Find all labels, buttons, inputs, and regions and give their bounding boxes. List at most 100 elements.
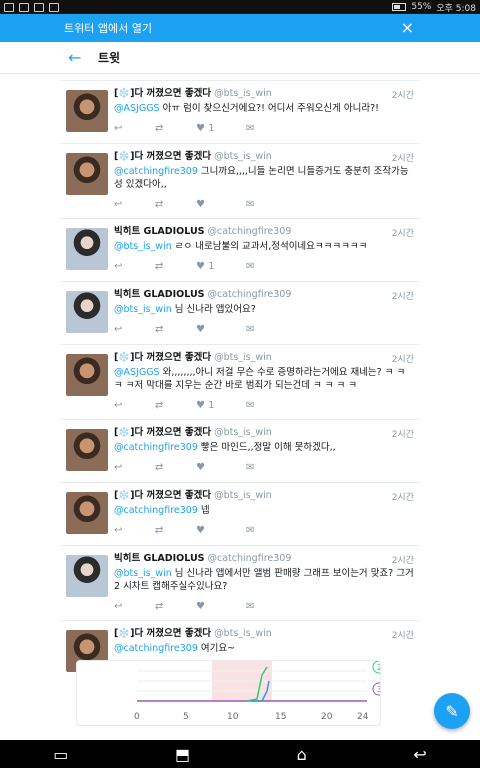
- reply-icon[interactable]: ↩: [114, 198, 155, 211]
- reply-icon[interactable]: ↩: [114, 122, 155, 135]
- like-button[interactable]: ♥: [196, 198, 246, 211]
- direct-message-icon[interactable]: ✉: [246, 399, 287, 412]
- open-in-app-banner[interactable]: 트위터 앱에서 열기 ×: [0, 14, 480, 42]
- avatar[interactable]: [66, 555, 108, 597]
- compose-tweet-button[interactable]: ✎: [434, 693, 470, 729]
- back-arrow-icon[interactable]: ←: [68, 48, 98, 67]
- user-handle[interactable]: @catchingfire309: [208, 553, 292, 564]
- heart-icon: ♥: [196, 199, 205, 210]
- home-icon[interactable]: ⌂: [297, 745, 307, 764]
- like-button[interactable]: ♥ 1: [196, 122, 246, 135]
- mention-link[interactable]: @bts_is_win: [114, 304, 172, 315]
- tweet-time[interactable]: 2시간: [392, 88, 414, 101]
- reply-icon[interactable]: ↩: [114, 323, 155, 336]
- retweet-icon[interactable]: ⇄: [155, 260, 196, 273]
- page-title: 트윗: [98, 51, 121, 65]
- heart-icon: ♥: [196, 400, 205, 411]
- avatar[interactable]: [66, 492, 108, 534]
- tweet-time[interactable]: 2시간: [392, 151, 414, 164]
- display-name[interactable]: 빅히트 GLADIOLUS: [114, 226, 205, 237]
- tweet-time[interactable]: 2시간: [392, 553, 414, 566]
- split-screen-icon[interactable]: ⬒: [175, 745, 190, 764]
- tweet-time[interactable]: 2시간: [392, 427, 414, 440]
- retweet-icon[interactable]: ⇄: [155, 461, 196, 474]
- direct-message-icon[interactable]: ✉: [246, 461, 287, 474]
- tweet-time[interactable]: 2시간: [392, 226, 414, 239]
- reply-icon[interactable]: ↩: [114, 600, 155, 613]
- display-name[interactable]: [❄️]다 꺼졌으면 좋겠다: [114, 490, 211, 501]
- tweet[interactable]: 2시간 [❄️]다 꺼졌으면 좋겠다 @bts_is_win @catchingfir…: [60, 482, 420, 545]
- recent-apps-icon[interactable]: ▭: [53, 745, 68, 764]
- like-button[interactable]: ♥: [196, 461, 246, 474]
- direct-message-icon[interactable]: ✉: [246, 600, 287, 613]
- back-icon[interactable]: ↩: [413, 745, 426, 764]
- retweet-icon[interactable]: ⇄: [155, 198, 196, 211]
- tweet[interactable]: 2시간 빅히트 GLADIOLUS @catchingfire309 @bts_is_…: [60, 281, 420, 344]
- retweet-icon[interactable]: ⇄: [155, 399, 196, 412]
- retweet-icon[interactable]: ⇄: [155, 524, 196, 537]
- user-handle[interactable]: @bts_is_win: [214, 151, 272, 162]
- like-button[interactable]: ♥: [196, 524, 246, 537]
- like-button[interactable]: ♥ 1: [196, 399, 246, 412]
- display-name[interactable]: [❄️]다 꺼졌으면 좋겠다: [114, 628, 211, 639]
- avatar[interactable]: [66, 153, 108, 195]
- user-handle[interactable]: @catchingfire309: [208, 226, 292, 237]
- display-name[interactable]: [❄️]다 꺼졌으면 좋겠다: [114, 151, 211, 162]
- attached-chart-image[interactable]: 0 5 10 15 20 24 2위 3위: [76, 660, 381, 726]
- tweet-time[interactable]: 2시간: [392, 490, 414, 503]
- close-icon[interactable]: ×: [401, 18, 414, 37]
- mention-link[interactable]: @ASJGGS: [114, 367, 160, 378]
- user-handle[interactable]: @bts_is_win: [214, 88, 272, 99]
- tweet[interactable]: 2시간 [❄️]다 꺼졌으면 좋겠다 @bts_is_win @catchingfir…: [60, 143, 420, 218]
- direct-message-icon[interactable]: ✉: [246, 260, 287, 273]
- mention-link[interactable]: @catchingfire309: [114, 166, 198, 177]
- avatar[interactable]: [66, 228, 108, 270]
- user-handle[interactable]: @catchingfire309: [208, 289, 292, 300]
- mention-link[interactable]: @catchingfire309: [114, 643, 198, 654]
- mention-link[interactable]: @catchingfire309: [114, 505, 198, 516]
- user-handle[interactable]: @bts_is_win: [214, 490, 272, 501]
- x-tick: 0: [134, 712, 140, 722]
- like-count: 1: [208, 261, 215, 272]
- reply-icon[interactable]: ↩: [114, 260, 155, 273]
- retweet-icon[interactable]: ⇄: [155, 323, 196, 336]
- display-name[interactable]: [❄️]다 꺼졌으면 좋겠다: [114, 352, 211, 363]
- tweet[interactable]: 2시간 [❄️]다 꺼졌으면 좋겠다 @bts_is_win @ASJGGS 와,,,…: [60, 344, 420, 419]
- tweet[interactable]: 2시간 [❄️]다 꺼졌으면 좋겠다 @bts_is_win @catchingfir…: [60, 419, 420, 482]
- retweet-icon[interactable]: ⇄: [155, 600, 196, 613]
- display-name[interactable]: [❄️]다 꺼졌으면 좋겠다: [114, 427, 211, 438]
- mention-link[interactable]: @bts_is_win: [114, 568, 172, 579]
- like-button[interactable]: ♥: [196, 323, 246, 336]
- x-tick: 5: [183, 712, 189, 722]
- display-name[interactable]: 빅히트 GLADIOLUS: [114, 553, 205, 564]
- user-handle[interactable]: @bts_is_win: [214, 352, 272, 363]
- direct-message-icon[interactable]: ✉: [246, 198, 287, 211]
- user-handle[interactable]: @bts_is_win: [214, 628, 272, 639]
- reply-icon[interactable]: ↩: [114, 399, 155, 412]
- tweet[interactable]: 2시간 빅히트 GLADIOLUS @catchingfire309 @bts_is_…: [60, 545, 420, 620]
- avatar[interactable]: [66, 291, 108, 333]
- heart-icon: ♥: [196, 123, 205, 134]
- tweet[interactable]: 2시간 빅히트 GLADIOLUS @catchingfire309 @bts_is_…: [60, 218, 420, 281]
- display-name[interactable]: [❄️]다 꺼졌으면 좋겠다: [114, 88, 211, 99]
- mention-link[interactable]: @bts_is_win: [114, 241, 172, 252]
- reply-icon[interactable]: ↩: [114, 524, 155, 537]
- like-button[interactable]: ♥: [196, 600, 246, 613]
- tweet-time[interactable]: 2시간: [392, 628, 414, 641]
- tweet-time[interactable]: 2시간: [392, 289, 414, 302]
- retweet-icon[interactable]: ⇄: [155, 122, 196, 135]
- direct-message-icon[interactable]: ✉: [246, 524, 287, 537]
- user-handle[interactable]: @bts_is_win: [214, 427, 272, 438]
- avatar[interactable]: [66, 90, 108, 132]
- direct-message-icon[interactable]: ✉: [246, 122, 287, 135]
- direct-message-icon[interactable]: ✉: [246, 323, 287, 336]
- reply-icon[interactable]: ↩: [114, 461, 155, 474]
- tweet[interactable]: 2시간 [❄️]다 꺼졌으면 좋겠다 @bts_is_win @ASJGGS 아ㅠ 럼…: [60, 80, 420, 143]
- avatar[interactable]: [66, 354, 108, 396]
- display-name[interactable]: 빅히트 GLADIOLUS: [114, 289, 205, 300]
- mention-link[interactable]: @catchingfire309: [114, 442, 198, 453]
- like-button[interactable]: ♥ 1: [196, 260, 246, 273]
- mention-link[interactable]: @ASJGGS: [114, 103, 160, 114]
- tweet-time[interactable]: 2시간: [392, 352, 414, 365]
- avatar[interactable]: [66, 429, 108, 471]
